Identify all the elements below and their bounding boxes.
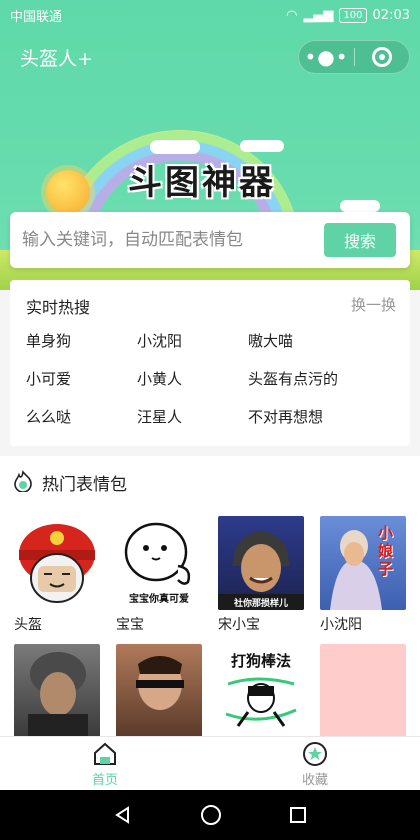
meme-image: 小娘子: [320, 516, 406, 610]
hot-item[interactable]: 小沈阳: [137, 330, 182, 351]
meme-card[interactable]: [320, 644, 406, 742]
tab-favorites[interactable]: 收藏: [210, 737, 420, 791]
meme-label: 小沈阳: [320, 617, 362, 633]
search-bar: 搜索: [10, 212, 410, 268]
app-title: 头盔人+: [20, 48, 93, 70]
meme-image: [14, 644, 100, 738]
signal-icon: ▂▄▆: [303, 7, 334, 23]
hot-item[interactable]: 单身狗: [26, 330, 71, 351]
search-button[interactable]: 搜索: [324, 223, 396, 257]
meme-caption: 社你那损样儿: [233, 599, 288, 609]
cloud-icon: [340, 200, 380, 212]
tab-bar: 首页 收藏: [0, 736, 420, 790]
meme-card[interactable]: [14, 644, 100, 742]
meme-card[interactable]: 小娘子 小沈阳: [320, 516, 406, 634]
clock: 02:03: [372, 7, 410, 23]
hot-item[interactable]: 头盔有点污的: [248, 368, 338, 389]
mini-program-capsule: •●•: [298, 40, 410, 74]
meme-card[interactable]: [116, 644, 202, 742]
meme-grid: 头盔 宝宝你真可爱 宝宝 社你那损样儿 宋小宝 小娘子 小沈阳 打狗棒法: [0, 506, 420, 738]
tab-label: 收藏: [301, 773, 328, 788]
meme-label: 宋小宝: [218, 617, 260, 633]
hot-search-card: 实时热搜 换一换 单身狗 小沈阳 嗷大喵 小可爱 小黄人 头盔有点污的 么么哒 …: [10, 280, 410, 446]
meme-card[interactable]: 打狗棒法: [218, 644, 304, 742]
hot-item[interactable]: 汪星人: [137, 406, 182, 427]
dots-icon[interactable]: •●•: [299, 42, 354, 72]
sun-icon: [46, 170, 90, 214]
wifi-icon: ◠: [286, 7, 298, 23]
meme-image: 打狗棒法: [218, 644, 304, 738]
popular-title: 热门表情包: [42, 475, 127, 495]
recents-icon[interactable]: [289, 806, 307, 824]
hot-search-title: 实时热搜: [26, 298, 91, 317]
popular-section-header: 热门表情包: [0, 456, 420, 506]
meme-card[interactable]: 社你那损样儿 宋小宝: [218, 516, 304, 634]
hot-item[interactable]: 小黄人: [137, 368, 182, 389]
tab-home[interactable]: 首页: [0, 737, 210, 791]
meme-image: 宝宝你真可爱: [116, 516, 202, 610]
carrier-label: 中国联通: [10, 9, 63, 25]
meme-image: [320, 644, 406, 738]
home-circle-icon[interactable]: [200, 804, 222, 826]
tab-label: 首页: [91, 773, 118, 788]
meme-caption: 小娘子: [378, 524, 394, 578]
system-nav-bar: [0, 790, 420, 840]
meme-card[interactable]: 宝宝你真可爱 宝宝: [116, 516, 202, 634]
star-icon: [303, 742, 327, 766]
status-bar: 中国联通 ◠ ▂▄▆ 100 02:03: [0, 0, 420, 30]
target-icon[interactable]: [355, 47, 409, 67]
meme-image: [14, 516, 100, 610]
hot-item[interactable]: 么么哒: [26, 406, 71, 427]
cloud-icon: [150, 140, 200, 154]
hot-item[interactable]: 嗷大喵: [248, 330, 293, 351]
hot-item[interactable]: 不对再想想: [248, 406, 323, 427]
meme-caption: 宝宝你真可爱: [129, 594, 189, 605]
battery-icon: 100: [339, 7, 367, 23]
meme-caption: 打狗棒法: [230, 652, 291, 670]
fire-icon: [14, 470, 32, 492]
meme-image: 社你那损样儿: [218, 516, 304, 610]
nav-bar: 头盔人+ •●•: [0, 36, 420, 78]
meme-label: 头盔: [14, 617, 42, 633]
hot-item[interactable]: 小可爱: [26, 368, 71, 389]
app-screen: 中国联通 ◠ ▂▄▆ 100 02:03 头盔人+ •●• 斗图神器 搜索: [0, 0, 420, 840]
home-icon: [94, 742, 116, 765]
back-icon[interactable]: [113, 805, 133, 825]
refresh-button[interactable]: 换一换: [351, 294, 396, 315]
hero-title: 斗图神器: [128, 163, 276, 203]
cloud-icon: [240, 140, 284, 152]
meme-card[interactable]: 头盔: [14, 516, 100, 634]
meme-label: 宝宝: [116, 617, 144, 633]
meme-image: [116, 644, 202, 738]
search-input[interactable]: [22, 224, 312, 256]
